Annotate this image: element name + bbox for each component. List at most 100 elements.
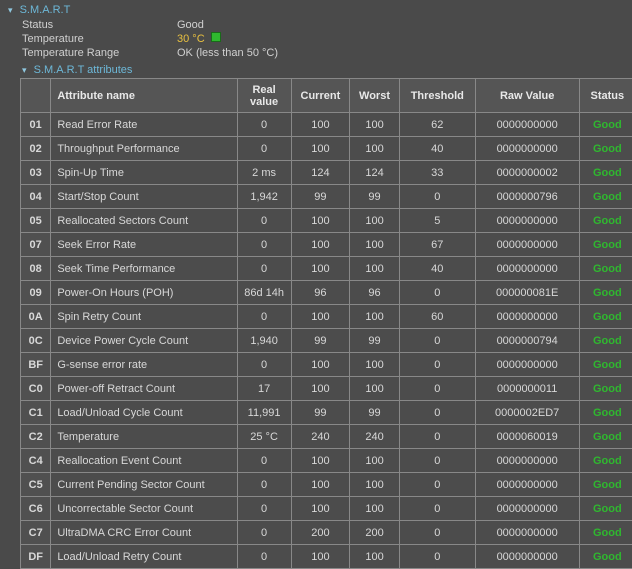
attr-real: 0 bbox=[237, 233, 291, 257]
attr-id: C1 bbox=[21, 401, 51, 425]
attr-status: Good bbox=[579, 185, 632, 209]
attr-current: 96 bbox=[291, 281, 349, 305]
attr-name: Throughput Performance bbox=[51, 137, 237, 161]
attr-worst: 99 bbox=[350, 401, 400, 425]
attr-real: 0 bbox=[237, 305, 291, 329]
attr-threshold: 60 bbox=[399, 305, 475, 329]
table-row[interactable]: 0CDevice Power Cycle Count1,940999900000… bbox=[21, 329, 632, 353]
attr-status: Good bbox=[579, 281, 632, 305]
attr-current: 100 bbox=[291, 473, 349, 497]
attr-current: 200 bbox=[291, 521, 349, 545]
header-threshold[interactable]: Threshold bbox=[399, 79, 475, 113]
attr-raw: 0000002ED7 bbox=[475, 401, 579, 425]
table-row[interactable]: C5Current Pending Sector Count0100100000… bbox=[21, 473, 632, 497]
attr-threshold: 33 bbox=[399, 161, 475, 185]
attr-status: Good bbox=[579, 137, 632, 161]
attr-current: 99 bbox=[291, 401, 349, 425]
attr-raw: 0000000000 bbox=[475, 137, 579, 161]
table-row[interactable]: 04Start/Stop Count1,942999900000000796Go… bbox=[21, 185, 632, 209]
attr-id: 0A bbox=[21, 305, 51, 329]
attr-raw: 000000081E bbox=[475, 281, 579, 305]
table-row[interactable]: C7UltraDMA CRC Error Count02002000000000… bbox=[21, 521, 632, 545]
header-name[interactable]: Attribute name bbox=[51, 79, 237, 113]
attr-id: 04 bbox=[21, 185, 51, 209]
header-current[interactable]: Current bbox=[291, 79, 349, 113]
attr-raw: 0000000794 bbox=[475, 329, 579, 353]
attr-current: 100 bbox=[291, 305, 349, 329]
attr-id: 05 bbox=[21, 209, 51, 233]
attr-current: 99 bbox=[291, 185, 349, 209]
attr-real: 25 °C bbox=[237, 425, 291, 449]
table-row[interactable]: C1Load/Unload Cycle Count11,991999900000… bbox=[21, 401, 632, 425]
attr-id: 09 bbox=[21, 281, 51, 305]
attr-real: 0 bbox=[237, 521, 291, 545]
attr-raw: 0000000000 bbox=[475, 113, 579, 137]
attr-raw: 0000000000 bbox=[475, 209, 579, 233]
status-label: Status bbox=[22, 18, 177, 32]
attr-current: 99 bbox=[291, 329, 349, 353]
table-row[interactable]: 01Read Error Rate0100100620000000000Good bbox=[21, 113, 632, 137]
header-raw[interactable]: Raw Value bbox=[475, 79, 579, 113]
attr-threshold: 0 bbox=[399, 329, 475, 353]
table-row[interactable]: 08Seek Time Performance01001004000000000… bbox=[21, 257, 632, 281]
attr-real: 0 bbox=[237, 113, 291, 137]
attr-name: Power-off Retract Count bbox=[51, 377, 237, 401]
attr-real: 2 ms bbox=[237, 161, 291, 185]
attr-raw: 0000000000 bbox=[475, 497, 579, 521]
attr-current: 100 bbox=[291, 113, 349, 137]
attr-current: 100 bbox=[291, 209, 349, 233]
attr-name: Seek Error Rate bbox=[51, 233, 237, 257]
attr-real: 0 bbox=[237, 257, 291, 281]
table-row[interactable]: C6Uncorrectable Sector Count010010000000… bbox=[21, 497, 632, 521]
attr-id: DF bbox=[21, 545, 51, 569]
table-row[interactable]: DFLoad/Unload Retry Count010010000000000… bbox=[21, 545, 632, 569]
attr-threshold: 0 bbox=[399, 473, 475, 497]
smart-attributes-table: Attribute name Real value Current Worst … bbox=[20, 78, 632, 569]
table-row[interactable]: BFG-sense error rate010010000000000000Go… bbox=[21, 353, 632, 377]
attr-status: Good bbox=[579, 425, 632, 449]
attr-name: Spin Retry Count bbox=[51, 305, 237, 329]
attr-threshold: 0 bbox=[399, 185, 475, 209]
attr-current: 100 bbox=[291, 449, 349, 473]
header-real[interactable]: Real value bbox=[237, 79, 291, 113]
attr-current: 100 bbox=[291, 137, 349, 161]
attr-name: Device Power Cycle Count bbox=[51, 329, 237, 353]
temp-range-label: Temperature Range bbox=[22, 46, 177, 60]
attr-current: 100 bbox=[291, 257, 349, 281]
attr-current: 100 bbox=[291, 233, 349, 257]
attr-worst: 100 bbox=[350, 113, 400, 137]
attr-status: Good bbox=[579, 305, 632, 329]
smart-section-header[interactable]: S.M.A.R.T bbox=[8, 4, 624, 16]
attr-real: 0 bbox=[237, 209, 291, 233]
attr-raw: 0000000000 bbox=[475, 353, 579, 377]
attr-status: Good bbox=[579, 233, 632, 257]
attr-status: Good bbox=[579, 401, 632, 425]
attr-threshold: 5 bbox=[399, 209, 475, 233]
attr-threshold: 0 bbox=[399, 521, 475, 545]
table-row[interactable]: C2Temperature25 °C24024000000060019Good bbox=[21, 425, 632, 449]
attr-status: Good bbox=[579, 257, 632, 281]
header-id[interactable] bbox=[21, 79, 51, 113]
attr-name: Read Error Rate bbox=[51, 113, 237, 137]
smart-attributes-header[interactable]: S.M.A.R.T attributes bbox=[22, 64, 624, 76]
attr-real: 11,991 bbox=[237, 401, 291, 425]
table-row[interactable]: 0ASpin Retry Count0100100600000000000Goo… bbox=[21, 305, 632, 329]
attr-raw: 0000000000 bbox=[475, 233, 579, 257]
attr-id: C2 bbox=[21, 425, 51, 449]
attr-current: 100 bbox=[291, 545, 349, 569]
attr-current: 124 bbox=[291, 161, 349, 185]
attr-status: Good bbox=[579, 353, 632, 377]
attr-status: Good bbox=[579, 497, 632, 521]
table-row[interactable]: C0Power-off Retract Count171001000000000… bbox=[21, 377, 632, 401]
table-row[interactable]: 07Seek Error Rate0100100670000000000Good bbox=[21, 233, 632, 257]
temperature-label: Temperature bbox=[22, 32, 177, 46]
table-row[interactable]: 02Throughput Performance0100100400000000… bbox=[21, 137, 632, 161]
table-row[interactable]: C4Reallocation Event Count01001000000000… bbox=[21, 449, 632, 473]
table-row[interactable]: 05Reallocated Sectors Count0100100500000… bbox=[21, 209, 632, 233]
header-status[interactable]: Status bbox=[579, 79, 632, 113]
attr-id: 0C bbox=[21, 329, 51, 353]
table-row[interactable]: 09Power-On Hours (POH)86d 14h96960000000… bbox=[21, 281, 632, 305]
table-row[interactable]: 03Spin-Up Time2 ms124124330000000002Good bbox=[21, 161, 632, 185]
attr-name: Reallocation Event Count bbox=[51, 449, 237, 473]
header-worst[interactable]: Worst bbox=[350, 79, 400, 113]
